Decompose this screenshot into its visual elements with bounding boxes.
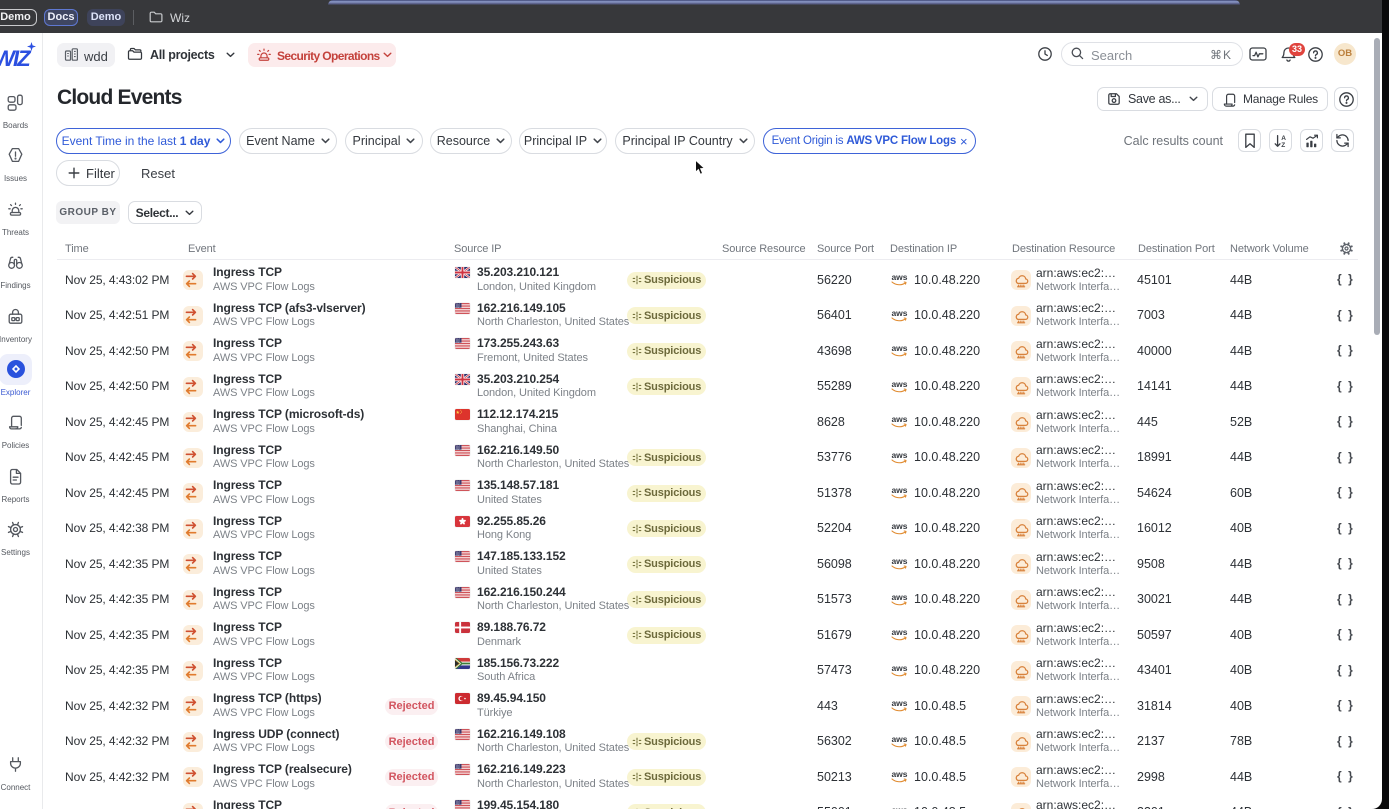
- svg-text:Z: Z: [1281, 142, 1285, 148]
- svg-text:A: A: [1281, 135, 1286, 142]
